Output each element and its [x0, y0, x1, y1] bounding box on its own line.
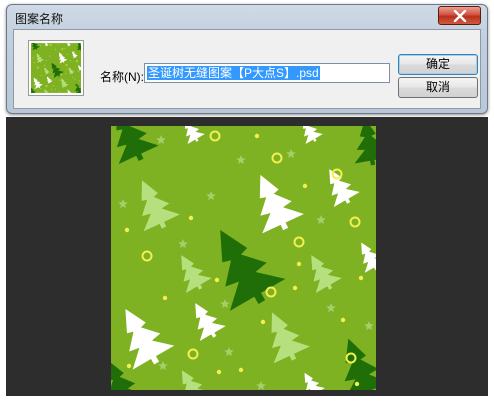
name-label: 名称(N):	[100, 70, 144, 84]
ring-icon	[59, 79, 61, 81]
ring-icon	[65, 73, 67, 75]
pattern-thumbnail	[28, 40, 84, 96]
name-input[interactable]: 圣诞树无缝图案【P大点S】.psd	[144, 63, 390, 83]
pattern-name-dialog: 图案名称 名称(N): 圣诞树无缝图案【P大点S】.psd 确定 取消	[6, 4, 488, 114]
ring-icon	[238, 367, 244, 373]
ring-icon	[77, 71, 79, 73]
ring-icon	[33, 62, 35, 64]
dialog-title: 图案名称	[15, 12, 64, 26]
ring-icon	[50, 89, 52, 90]
ring-icon	[260, 319, 266, 325]
ring-icon	[124, 227, 130, 233]
ring-icon	[67, 54, 69, 55]
ring-icon	[45, 60, 47, 61]
ring-icon	[162, 295, 168, 301]
ring-icon	[58, 44, 59, 46]
ring-icon	[126, 363, 132, 369]
dialog-titlebar[interactable]: 图案名称	[7, 5, 487, 29]
ring-icon	[216, 369, 222, 375]
ring-icon	[55, 88, 56, 90]
ok-button[interactable]: 确定	[398, 54, 478, 75]
close-button[interactable]	[438, 6, 481, 25]
ring-icon	[214, 277, 220, 283]
close-icon	[453, 9, 466, 22]
pattern-thumbnail-artwork	[31, 43, 81, 93]
ring-icon	[77, 91, 78, 93]
ring-icon	[254, 133, 260, 139]
ring-icon	[340, 317, 346, 323]
ring-icon	[74, 79, 76, 81]
pattern-artwork	[111, 126, 376, 390]
ring-icon	[358, 275, 364, 281]
name-input-value: 圣诞树无缝图案【P大点S】.psd	[147, 66, 320, 80]
ring-icon	[40, 75, 42, 76]
ring-icon	[302, 183, 308, 189]
ring-icon	[188, 215, 194, 221]
cancel-button[interactable]: 取消	[398, 77, 478, 98]
ring-icon	[66, 68, 67, 70]
ring-icon	[292, 285, 298, 291]
dialog-body: 名称(N): 圣诞树无缝图案【P大点S】.psd 确定 取消	[13, 29, 481, 109]
ring-icon	[33, 87, 35, 89]
pattern-preview	[111, 126, 376, 390]
ring-icon	[50, 71, 52, 73]
ring-icon	[296, 261, 302, 267]
ring-icon	[354, 381, 360, 387]
